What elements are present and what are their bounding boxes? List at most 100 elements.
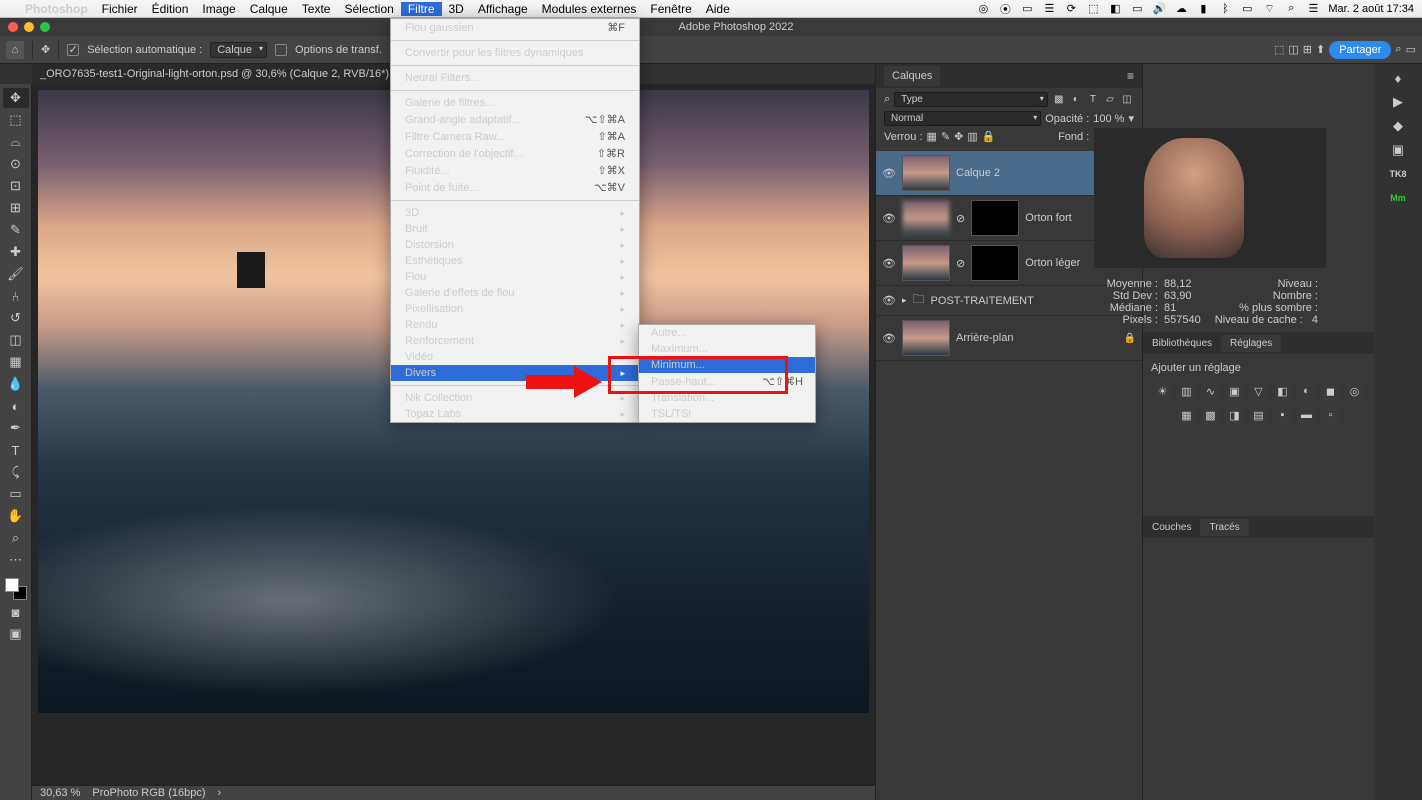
wifi-icon[interactable]: ⌔ (1262, 2, 1276, 16)
home-button[interactable]: ⌂ (6, 41, 24, 59)
path-tool[interactable]: ⤹ (3, 462, 29, 482)
filter-type-icon[interactable]: T (1086, 93, 1100, 107)
menu-image[interactable]: Image (195, 2, 242, 16)
menu-blur[interactable]: Flou▸ (391, 269, 639, 285)
control-center-icon[interactable]: ☰ (1306, 2, 1320, 16)
filter-kind-dropdown[interactable]: Type (894, 92, 1048, 107)
filter-smart-icon[interactable]: ◫ (1120, 93, 1134, 107)
clock[interactable]: Mar. 2 août 17:34 (1328, 3, 1414, 15)
lock-icon[interactable]: 🔒 (1124, 333, 1136, 344)
link-icon[interactable]: ⊘ (956, 257, 965, 270)
battery-icon[interactable]: ▭ (1240, 2, 1254, 16)
visibility-icon[interactable]: 👁 (882, 167, 896, 180)
eraser-tool[interactable]: ◫ (3, 330, 29, 350)
blur-tool[interactable]: 💧 (3, 374, 29, 394)
menu-edition[interactable]: Édition (145, 2, 196, 16)
brightness-icon[interactable]: ☀ (1154, 382, 1172, 400)
lasso-tool[interactable]: ⌓ (3, 132, 29, 152)
shape-tool[interactable]: ▭ (3, 484, 29, 504)
menu-topaz-labs[interactable]: Topaz Labs▸ (391, 406, 639, 422)
menu-affichage[interactable]: Affichage (471, 2, 535, 16)
lookup-icon[interactable]: ▩ (1202, 406, 1220, 424)
history-panel-icon[interactable]: ♦ (1388, 68, 1408, 88)
layer-thumbnail[interactable] (902, 245, 950, 281)
blend-mode-dropdown[interactable]: Normal (884, 111, 1041, 126)
edit-toolbar[interactable]: ⋯ (3, 550, 29, 570)
menu-neural-filters[interactable]: Neural Filters... (391, 70, 639, 86)
flag-icon[interactable]: ▮ (1196, 2, 1210, 16)
gradient-map-icon[interactable]: ▬ (1298, 406, 1316, 424)
menu-blur-gallery[interactable]: Galerie d'effets de flou▸ (391, 285, 639, 301)
layer-name[interactable]: Orton léger (1025, 257, 1080, 269)
crop-tool[interactable]: ⊡ (3, 176, 29, 196)
tray-icon[interactable]: ⟳ (1064, 2, 1078, 16)
brush-tool[interactable]: 🖌 (3, 264, 29, 284)
submenu-maximum[interactable]: Maximum... (639, 341, 815, 357)
layer-thumbnail[interactable] (902, 200, 950, 236)
3d-icon[interactable]: ⬆ (1316, 43, 1325, 56)
layers-tab[interactable]: Calques (884, 66, 940, 86)
layer-name[interactable]: POST-TRAITEMENT (931, 295, 1034, 307)
layer-mask[interactable] (971, 245, 1019, 281)
marquee-tool[interactable]: ⬚ (3, 110, 29, 130)
submenu-tsl[interactable]: TSL/TSI (639, 406, 815, 422)
menu-camera-raw[interactable]: Filtre Camera Raw...⇧⌘A (391, 128, 639, 145)
quick-select-tool[interactable]: ⊙ (3, 154, 29, 174)
layer-name[interactable]: Orton fort (1025, 212, 1071, 224)
menu-noise[interactable]: Bruit▸ (391, 221, 639, 237)
auto-select-checkbox[interactable]: ✓ (67, 44, 79, 56)
visibility-icon[interactable]: 👁 (882, 294, 896, 307)
posterize-icon[interactable]: ▤ (1250, 406, 1268, 424)
adjustments-tab[interactable]: Réglages (1221, 335, 1281, 352)
move-tool[interactable]: ✥ (3, 88, 29, 108)
lock-position-icon[interactable]: ✎ (941, 130, 950, 143)
type-tool[interactable]: T (3, 440, 29, 460)
window-minimize-button[interactable] (24, 22, 34, 32)
menu-fenetre[interactable]: Fenêtre (643, 2, 698, 16)
filter-pixel-icon[interactable]: ▩ (1052, 93, 1066, 107)
libraries-tab[interactable]: Bibliothèques (1143, 335, 1221, 352)
menu-distort[interactable]: Distorsion▸ (391, 237, 639, 253)
search-icon[interactable]: ⌕ (1395, 43, 1401, 56)
panel-icon[interactable]: ▣ (1388, 140, 1408, 160)
color-swatches[interactable] (5, 578, 27, 600)
menu-calque[interactable]: Calque (243, 2, 295, 16)
tray-icon[interactable]: ☁ (1174, 2, 1188, 16)
filter-shape-icon[interactable]: ▱ (1103, 93, 1117, 107)
pen-tool[interactable]: ✒ (3, 418, 29, 438)
layer-thumbnail[interactable] (902, 155, 950, 191)
color-balance-icon[interactable]: ◐ (1298, 382, 1316, 400)
paths-tab[interactable]: Tracés (1200, 519, 1248, 536)
eyedropper-tool[interactable]: ✎ (3, 220, 29, 240)
menu-fichier[interactable]: Fichier (95, 2, 145, 16)
tray-icon[interactable]: ⬚ (1086, 2, 1100, 16)
threshold-icon[interactable]: ▪ (1274, 406, 1292, 424)
menu-render[interactable]: Rendu▸ (391, 317, 639, 333)
menu-vanishing-point[interactable]: Point de fuite...⌥⌘V (391, 179, 639, 196)
window-maximize-button[interactable] (40, 22, 50, 32)
zoom-level[interactable]: 30,63 % (40, 787, 80, 799)
filter-adjust-icon[interactable]: ◐ (1069, 93, 1083, 107)
history-brush-tool[interactable]: ↺ (3, 308, 29, 328)
selective-color-icon[interactable]: ▫ (1322, 406, 1340, 424)
menu-aide[interactable]: Aide (699, 2, 737, 16)
tray-icon[interactable]: ⦿ (998, 2, 1012, 16)
visibility-icon[interactable]: 👁 (882, 257, 896, 270)
gradient-tool[interactable]: ▦ (3, 352, 29, 372)
tray-icon[interactable]: ◧ (1108, 2, 1122, 16)
visibility-icon[interactable]: 👁 (882, 332, 896, 345)
lock-pixels-icon[interactable]: ▦ (927, 130, 937, 143)
menu-filtre[interactable]: Filtre (401, 2, 442, 16)
mm-panel-icon[interactable]: Mm (1388, 188, 1408, 208)
submenu-passe-haut[interactable]: Passe-haut...⌥⇧⌘H (639, 373, 815, 390)
expand-icon[interactable]: ▸ (902, 295, 907, 306)
channel-mixer-icon[interactable]: ▦ (1178, 406, 1196, 424)
levels-icon[interactable]: ▥ (1178, 382, 1196, 400)
align-icon[interactable]: ⬚ (1274, 43, 1284, 56)
workspace-icon[interactable]: ▭ (1406, 43, 1416, 56)
curves-icon[interactable]: ∿ (1202, 382, 1220, 400)
tray-icon[interactable]: ☰ (1042, 2, 1056, 16)
invert-icon[interactable]: ◨ (1226, 406, 1244, 424)
menu-texte[interactable]: Texte (295, 2, 338, 16)
chevron-down-icon[interactable]: ▾ (1128, 112, 1134, 125)
